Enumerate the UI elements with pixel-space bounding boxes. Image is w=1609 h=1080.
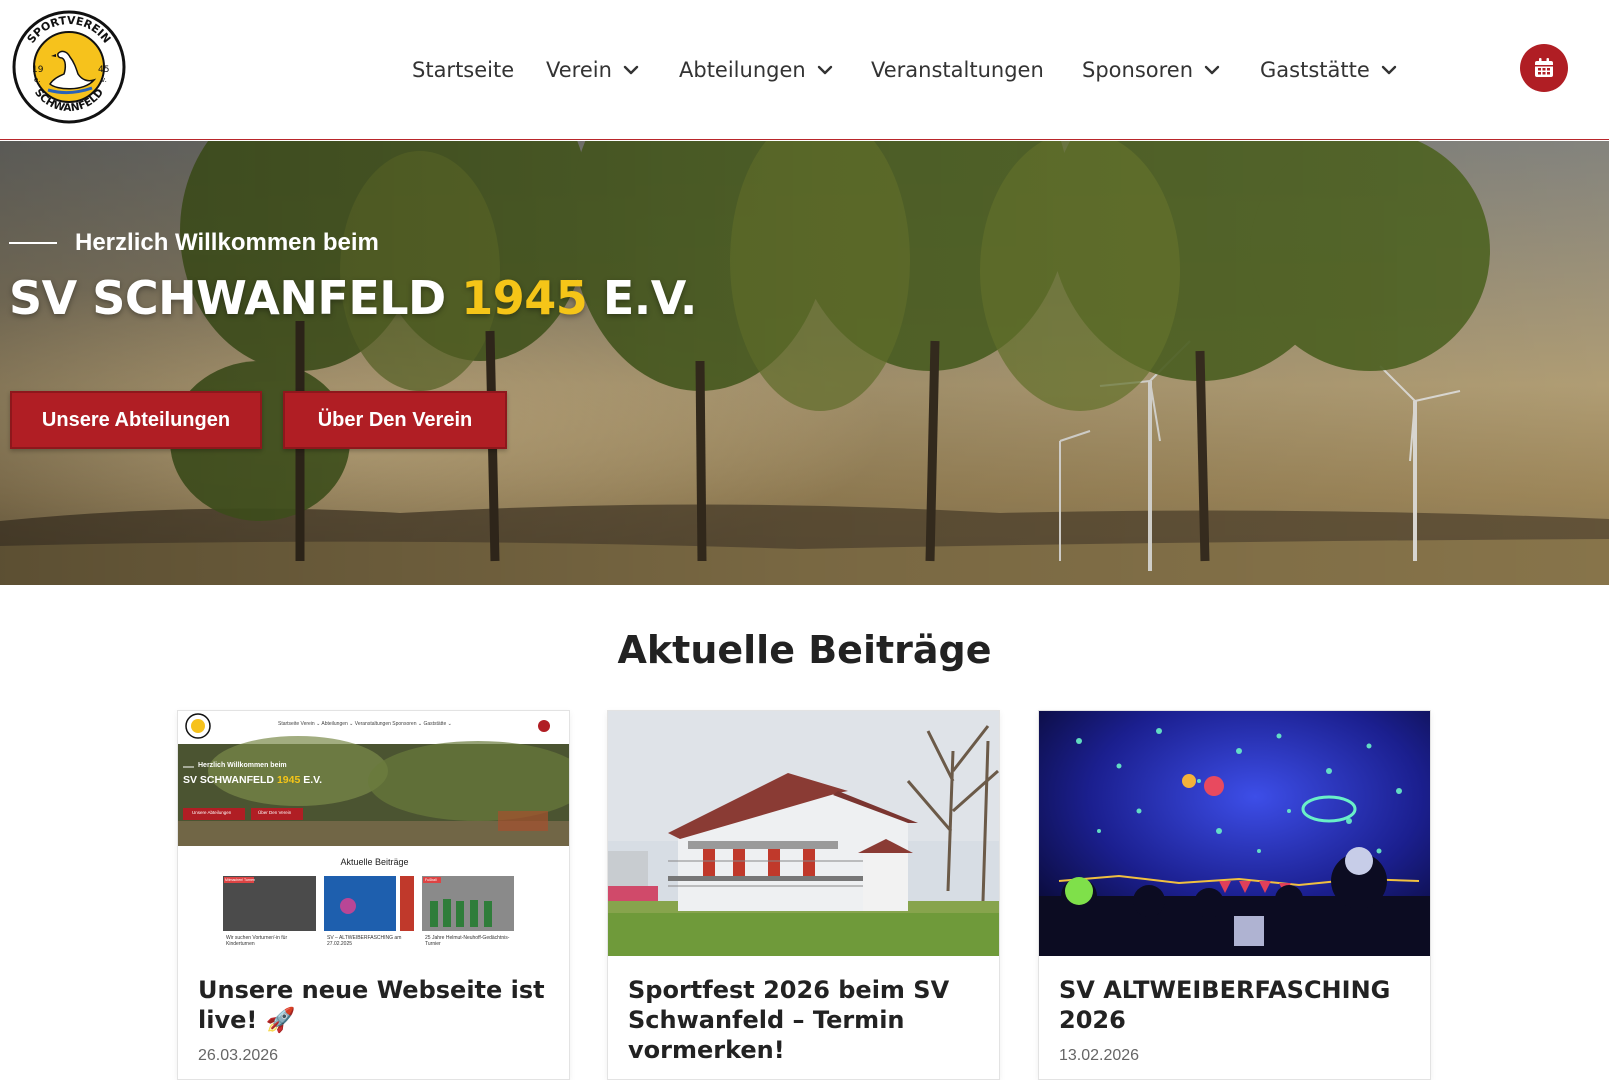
mini-button-1: Unsere Abteilungen bbox=[192, 810, 232, 815]
nav-veranstaltungen[interactable]: Veranstaltungen bbox=[871, 50, 1044, 90]
unsere-abteilungen-button[interactable]: Unsere Abteilungen bbox=[10, 391, 262, 449]
section-title: Aktuelle Beiträge bbox=[617, 628, 992, 672]
post-thumbnail[interactable] bbox=[608, 711, 999, 956]
nav-sponsoren[interactable]: Sponsoren bbox=[1082, 50, 1221, 90]
mini-card-3-title: 25 Jahre Helmut-Neuhoff-Gedächtnis-Turni… bbox=[425, 935, 510, 947]
hero-title-main: SV SCHWANFELD bbox=[9, 271, 446, 325]
hero-kicker-text: Herzlich Willkommen beim bbox=[75, 229, 379, 256]
nav-startseite[interactable]: Startseite bbox=[412, 50, 514, 90]
ueber-den-verein-button[interactable]: Über Den Verein bbox=[283, 391, 507, 449]
post-title[interactable]: SV ALTWEIBERFASCHING 2026 bbox=[1059, 975, 1419, 1035]
hero-background-image bbox=[0, 141, 1609, 585]
post-card[interactable]: SV ALTWEIBERFASCHING 2026 13.02.2026 bbox=[1038, 710, 1431, 1080]
chevron-down-icon bbox=[1381, 65, 1396, 75]
mini-card-2-title: SV – ALTWEIBERFASCHING am 27.02.2025 bbox=[327, 935, 402, 947]
post-date: 26.03.2026 bbox=[198, 1047, 279, 1064]
hero-kicker: Herzlich Willkommen beim bbox=[9, 229, 379, 257]
mini-nav-text: Startseite Verein ⌄ Abteilungen ⌄ Verans… bbox=[278, 721, 452, 727]
nav-label: Startseite bbox=[412, 58, 515, 82]
mini-badge-3: Fußball bbox=[425, 878, 437, 882]
post-card[interactable]: Startseite Verein ⌄ Abteilungen ⌄ Verans… bbox=[177, 710, 570, 1080]
mini-title: SV SCHWANFELD 1945 E.V. bbox=[183, 774, 323, 786]
calendar-button[interactable] bbox=[1520, 44, 1568, 92]
party-photo bbox=[1039, 711, 1430, 956]
mini-badge-1: Mitmachen! Turnen bbox=[225, 878, 255, 882]
post-thumbnail[interactable]: Startseite Verein ⌄ Abteilungen ⌄ Verans… bbox=[178, 711, 569, 956]
hero-banner: Herzlich Willkommen beim SV SCHWANFELD 1… bbox=[0, 141, 1609, 585]
main-nav: Startseite Verein Abteilungen Veranstalt… bbox=[0, 50, 1609, 90]
nav-gaststaette[interactable]: Gaststätte bbox=[1260, 50, 1398, 90]
post-title[interactable]: Sportfest 2026 beim SV Schwanfeld – Term… bbox=[628, 975, 988, 1065]
post-title[interactable]: Unsere neue Webseite ist live! 🚀 bbox=[198, 975, 558, 1035]
website-screenshot-image: Startseite Verein ⌄ Abteilungen ⌄ Verans… bbox=[178, 711, 569, 956]
nav-label: Veranstaltungen bbox=[871, 58, 1044, 82]
post-card[interactable]: Sportfest 2026 beim SV Schwanfeld – Term… bbox=[607, 710, 1000, 1080]
decorative-line bbox=[9, 242, 57, 244]
chevron-down-icon bbox=[1204, 65, 1220, 75]
mini-button-2: Über Den Verein bbox=[258, 810, 292, 815]
mini-section-title: Aktuelle Beiträge bbox=[340, 857, 409, 867]
mini-card-1-title: Wir suchen Vorturner/-in für Kinderturne… bbox=[226, 935, 288, 947]
nav-label: Gaststätte bbox=[1260, 58, 1370, 82]
post-thumbnail[interactable] bbox=[1039, 711, 1430, 956]
button-label: Über Den Verein bbox=[317, 408, 473, 431]
mini-kicker: Herzlich Willkommen beim bbox=[198, 762, 287, 769]
post-date: 13.02.2026 bbox=[1059, 1047, 1140, 1064]
button-label: Unsere Abteilungen bbox=[41, 408, 231, 431]
clubhouse-photo bbox=[608, 711, 999, 956]
chevron-down-icon bbox=[817, 65, 832, 75]
nav-label: Abteilungen bbox=[679, 58, 806, 82]
chevron-down-icon bbox=[623, 65, 639, 75]
hero-title-year: 1945 bbox=[461, 271, 588, 325]
site-header: SPORTVEREIN SCHWANFELD 19 e. 45 v. Start… bbox=[0, 0, 1609, 140]
calendar-icon bbox=[1535, 58, 1553, 77]
nav-verein[interactable]: Verein bbox=[546, 50, 640, 90]
nav-abteilungen[interactable]: Abteilungen bbox=[679, 50, 834, 90]
hero-title-suffix: E.V. bbox=[602, 271, 698, 325]
nav-label: Verein bbox=[546, 58, 612, 82]
nav-label: Sponsoren bbox=[1082, 58, 1194, 82]
hero-title: SV SCHWANFELD 1945 E.V. bbox=[9, 271, 697, 325]
